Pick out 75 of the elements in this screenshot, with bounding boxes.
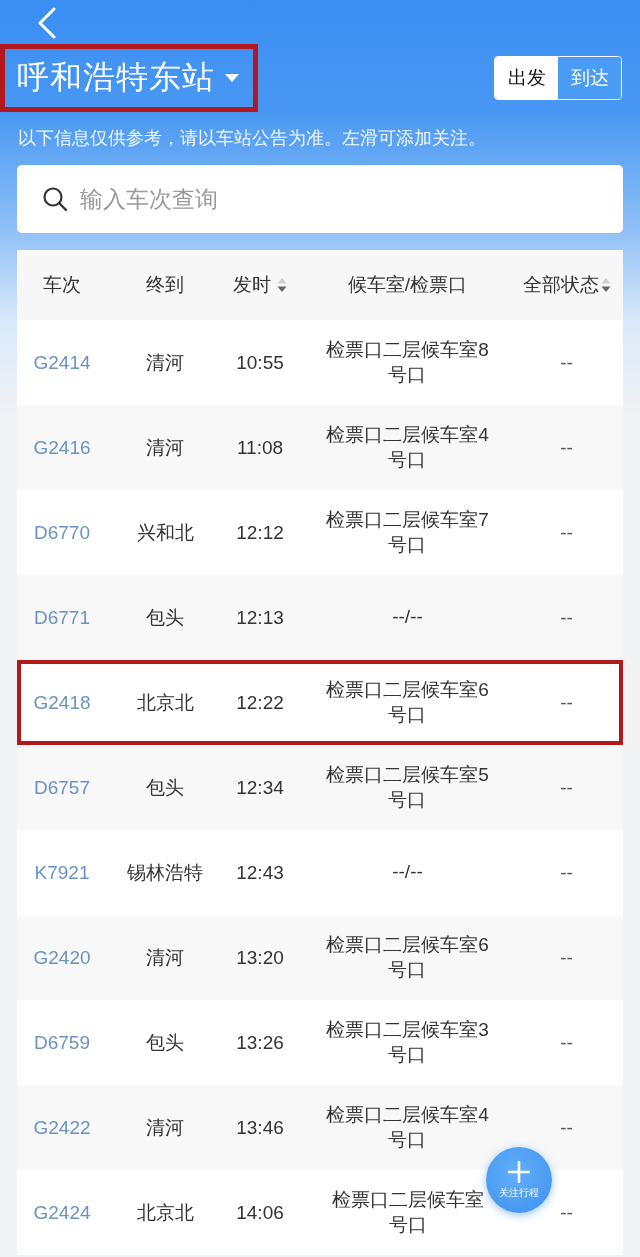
- table-row[interactable]: G2416 清河 11:08 检票口二层候车室4 号口 --: [17, 405, 623, 490]
- destination-text: 锡林浩特: [127, 860, 203, 885]
- gate-text: --/--: [392, 605, 423, 630]
- gate-text: 检票口二层候车室8 号口: [326, 337, 489, 387]
- sort-icon[interactable]: [277, 277, 287, 293]
- status-text: --: [560, 861, 573, 884]
- table-row[interactable]: G2422 清河 13:46 检票口二层候车室4 号口 --: [17, 1085, 623, 1170]
- column-header: 发时: [233, 273, 271, 297]
- departure-time: 14:06: [236, 1201, 284, 1224]
- caret-icon: [225, 74, 239, 82]
- search-icon: [42, 186, 68, 212]
- train-number: D6759: [34, 1031, 90, 1054]
- departure-time: 11:08: [236, 436, 284, 459]
- departure-time: 13:20: [236, 946, 284, 969]
- train-number: G2416: [33, 436, 91, 459]
- train-number: D6771: [34, 606, 90, 629]
- status-text: --: [560, 521, 573, 544]
- departure-time: 12:22: [236, 691, 284, 714]
- column-header: 终到: [146, 273, 184, 297]
- column-header: 全部状态: [522, 273, 599, 297]
- table-row[interactable]: D6757 包头 12:34 检票口二层候车室5 号口 --: [17, 745, 623, 830]
- search-field[interactable]: 输入车次查询: [17, 165, 623, 233]
- train-number: K7921: [34, 861, 90, 884]
- gate-text: 检票口二层候车室6 号口: [326, 932, 489, 982]
- back-icon[interactable]: [37, 6, 57, 39]
- train-number: D6757: [34, 776, 90, 799]
- departure-time: 13:46: [236, 1116, 284, 1139]
- destination-text: 清河: [146, 350, 184, 375]
- status-text: --: [560, 606, 573, 629]
- destination-text: 清河: [146, 1115, 184, 1140]
- table-row[interactable]: G2418 北京北 12:22 检票口二层候车室6 号口 --: [17, 660, 623, 745]
- gate-text: 检票口二层候车室6 号口: [326, 677, 489, 727]
- departure-time: 10:55: [236, 351, 284, 374]
- plus-icon: [508, 1160, 530, 1183]
- train-number: D6770: [34, 521, 90, 544]
- gate-text: --/--: [392, 860, 423, 885]
- status-text: --: [560, 1116, 573, 1139]
- train-number: G2420: [33, 946, 91, 969]
- departure-time: 12:13: [236, 606, 284, 629]
- status-text: --: [560, 351, 573, 374]
- gate-text: 检票口二层候车室5 号口: [326, 762, 489, 812]
- table-row[interactable]: G2420 清河 13:20 检票口二层候车室6 号口 --: [17, 915, 623, 1000]
- column-header: 候车室/检票口: [347, 273, 468, 297]
- column-header: 车次: [43, 273, 81, 297]
- destination-text: 包头: [146, 1030, 184, 1055]
- gate-text: 检票口二层候车室4 号口: [326, 1102, 489, 1152]
- destination-text: 清河: [146, 435, 184, 460]
- destination-text: 清河: [146, 945, 184, 970]
- status-text: --: [560, 691, 573, 714]
- status-text: --: [560, 776, 573, 799]
- train-number: G2414: [33, 351, 91, 374]
- notice-text: 以下信息仅供参考，请以车站公告为准。左滑可添加关注。: [17, 127, 487, 150]
- gate-text: 检票口二层候车室7 号口: [326, 507, 489, 557]
- sort-icon[interactable]: [600, 277, 611, 293]
- train-number: G2418: [33, 691, 91, 714]
- gate-text: 检票口二层候车室4 号口: [326, 422, 489, 472]
- train-number: G2422: [33, 1116, 91, 1139]
- mode-tab[interactable]: 出发: [495, 57, 558, 99]
- gate-text: 检票口二层候车室3 号口: [326, 1017, 489, 1067]
- status-text: --: [560, 1031, 573, 1054]
- departure-time: 12:43: [236, 861, 284, 884]
- gate-text: 检票口二层候车室 号口: [331, 1187, 484, 1237]
- status-text: --: [560, 946, 573, 969]
- departure-time: 13:26: [236, 1031, 284, 1054]
- destination-text: 包头: [146, 775, 184, 800]
- status-text: --: [560, 436, 573, 459]
- departure-time: 12:12: [236, 521, 284, 544]
- destination-text: 兴和北: [136, 520, 194, 545]
- departure-time: 12:34: [236, 776, 284, 799]
- train-number: G2424: [33, 1201, 91, 1224]
- status-text: --: [560, 1201, 573, 1224]
- destination-text: 北京北: [136, 1200, 194, 1225]
- destination-text: 包头: [146, 605, 184, 630]
- destination-text: 北京北: [136, 690, 194, 715]
- table-row[interactable]: D6771 包头 12:13 --/-- --: [17, 575, 623, 660]
